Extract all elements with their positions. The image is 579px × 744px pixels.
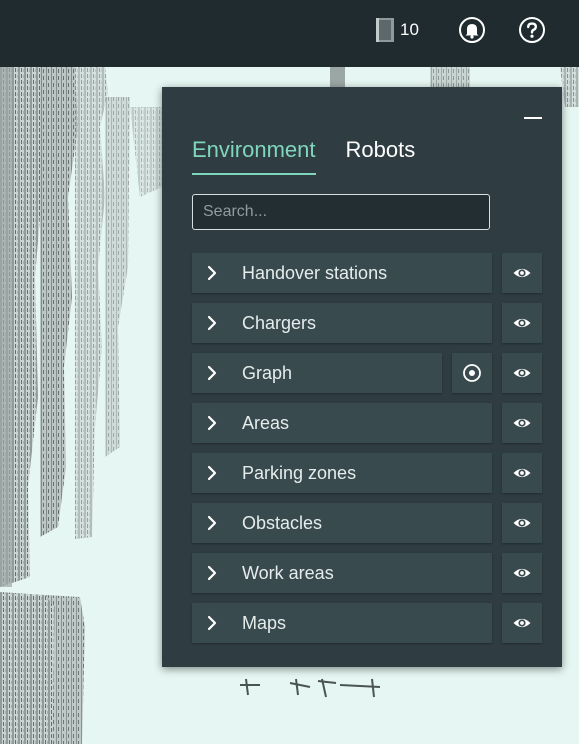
list-item: Obstacles	[192, 503, 542, 543]
layer-work-areas[interactable]: Work areas	[192, 553, 492, 593]
layer-areas[interactable]: Areas	[192, 403, 492, 443]
layer-obstacles[interactable]: Obstacles	[192, 503, 492, 543]
visibility-toggle-button[interactable]	[502, 503, 542, 543]
chevron-right-icon	[207, 415, 217, 431]
target-icon	[463, 364, 481, 382]
eye-icon	[513, 368, 531, 378]
eye-icon	[513, 518, 531, 528]
bell-icon	[459, 17, 485, 43]
chevron-right-icon	[207, 465, 217, 481]
visibility-toggle-button[interactable]	[502, 253, 542, 293]
list-item: Areas	[192, 403, 542, 443]
visibility-toggle-button[interactable]	[502, 403, 542, 443]
list-item: Chargers	[192, 303, 542, 343]
layers-panel: Environment Robots Handover stations	[162, 87, 562, 667]
layer-label: Handover stations	[242, 263, 388, 283]
eye-icon	[513, 418, 531, 428]
tab-robots[interactable]: Robots	[346, 137, 416, 175]
door-icon	[376, 18, 394, 42]
chevron-right-icon	[207, 565, 217, 581]
robot-counter[interactable]: 10	[374, 16, 419, 44]
notifications-button[interactable]	[458, 16, 486, 44]
layer-maps[interactable]: Maps	[192, 603, 492, 643]
layer-parking-zones[interactable]: Parking zones	[192, 453, 492, 493]
help-icon	[519, 17, 545, 43]
list-item: Parking zones	[192, 453, 542, 493]
layer-label: Chargers	[242, 313, 317, 333]
visibility-toggle-button[interactable]	[502, 353, 542, 393]
layer-label: Maps	[242, 613, 287, 633]
layer-label: Areas	[242, 413, 290, 433]
tab-environment[interactable]: Environment	[192, 137, 316, 175]
eye-icon	[513, 468, 531, 478]
focus-graph-button[interactable]	[452, 353, 492, 393]
list-item: Maps	[192, 603, 542, 643]
list-item: Handover stations	[192, 253, 542, 293]
help-button[interactable]	[518, 16, 546, 44]
list-item: Graph	[192, 353, 542, 393]
chevron-right-icon	[207, 365, 217, 381]
layer-graph[interactable]: Graph	[192, 353, 442, 393]
robot-count: 10	[400, 20, 419, 39]
layer-list: Handover stations Chargers Graph Areas P…	[192, 253, 542, 653]
layer-label: Obstacles	[242, 513, 323, 533]
chevron-right-icon	[207, 515, 217, 531]
top-bar: 10	[0, 0, 579, 67]
layer-handover-stations[interactable]: Handover stations	[192, 253, 492, 293]
search-input[interactable]	[192, 194, 490, 230]
layer-chargers[interactable]: Chargers	[192, 303, 492, 343]
layer-label: Graph	[242, 363, 293, 383]
layer-label: Work areas	[242, 563, 334, 583]
chevron-right-icon	[207, 265, 217, 281]
visibility-toggle-button[interactable]	[502, 453, 542, 493]
visibility-toggle-button[interactable]	[502, 553, 542, 593]
list-item: Work areas	[192, 553, 542, 593]
visibility-toggle-button[interactable]	[502, 603, 542, 643]
chevron-right-icon	[207, 315, 217, 331]
eye-icon	[513, 318, 531, 328]
visibility-toggle-button[interactable]	[502, 303, 542, 343]
minimize-button[interactable]	[522, 109, 544, 123]
eye-icon	[513, 268, 531, 278]
eye-icon	[513, 618, 531, 628]
layer-label: Parking zones	[242, 463, 357, 483]
panel-tabs: Environment Robots	[192, 137, 445, 175]
eye-icon	[513, 568, 531, 578]
chevron-right-icon	[207, 615, 217, 631]
